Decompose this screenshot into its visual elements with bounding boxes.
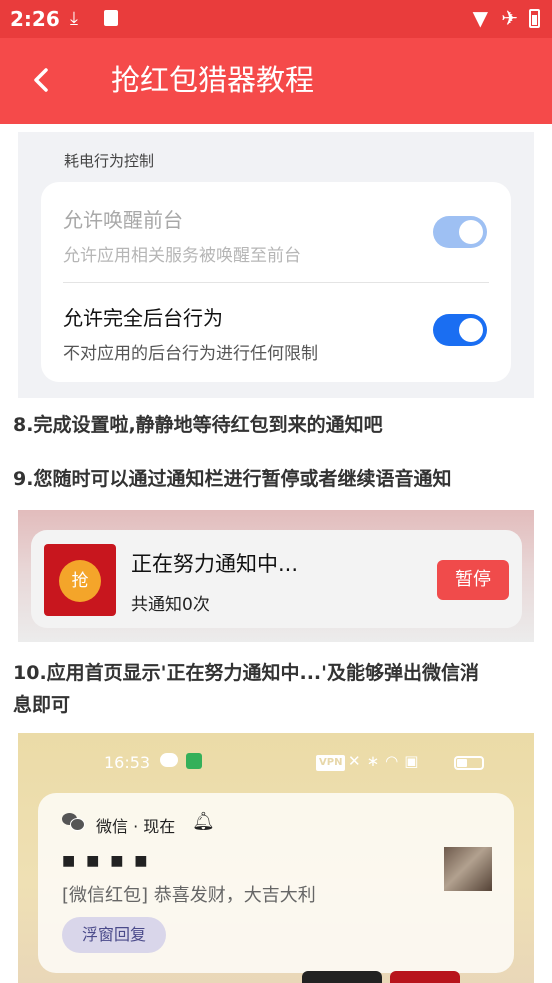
float-reply-button: 浮窗回复: [62, 917, 166, 953]
wechat-app-line: 微信 · 现在: [96, 817, 176, 836]
status-bar: 2:26 ⤓ ▼ ✈: [0, 0, 552, 38]
sender-name-masked: ■ ■ ■ ■: [62, 853, 151, 869]
bell-icon: 🔔︎: [192, 811, 215, 832]
section-label: 耗电行为控制: [64, 152, 155, 170]
back-icon[interactable]: [26, 60, 60, 100]
vpn-badge: VPN: [316, 755, 346, 771]
wechat-notification-card: 微信 · 现在 🔔︎ ■ ■ ■ ■ [微信红包] 恭喜发财，大吉大利 浮窗回复: [38, 793, 514, 973]
setting-row-full-background: 允许完全后台行为 不对应用的后台行为进行任何限制: [63, 302, 493, 364]
avatar: [444, 847, 492, 891]
step-10-text-line2: 息即可: [13, 694, 71, 716]
dock-item: [302, 971, 382, 983]
airplane-icon: ✈: [501, 6, 518, 30]
settings-card: 允许唤醒前台 允许应用相关服务被唤醒至前台 允许完全后台行为 不对应用的后台行为…: [41, 182, 511, 382]
download-icon: ⤓: [70, 8, 78, 29]
status-time: 2:26: [10, 7, 60, 31]
tutorial-content[interactable]: 耗电行为控制 允许唤醒前台 允许应用相关服务被唤醒至前台 允许完全后台行为 不对…: [0, 124, 552, 983]
app-bar: 抢红包猎器教程: [0, 38, 552, 124]
setting-title: 允许完全后台行为: [63, 306, 223, 330]
dock-item: [390, 971, 460, 983]
setting-row-wake-foreground: 允许唤醒前台 允许应用相关服务被唤醒至前台: [63, 204, 493, 266]
pause-button: 暂停: [437, 560, 509, 600]
notification-card: 抢 正在努力通知中... 共通知0次 暂停: [31, 530, 522, 628]
divider: [63, 282, 489, 283]
phone-status-time: 16:53: [104, 753, 151, 772]
notification-screenshot: 抢 正在努力通知中... 共通知0次 暂停: [18, 510, 534, 642]
status-icons: ✕∗◠▣: [348, 752, 425, 770]
setting-title: 允许唤醒前台: [63, 208, 183, 232]
step-9-text: 9.您随时可以通过通知栏进行暂停或者继续语音通知: [13, 468, 452, 490]
settings-screenshot: 耗电行为控制 允许唤醒前台 允许应用相关服务被唤醒至前台 允许完全后台行为 不对…: [18, 132, 534, 398]
battery-icon: [454, 756, 484, 770]
wechat-icon: [62, 813, 85, 831]
red-envelope-icon: 抢: [44, 544, 116, 616]
toggle-full-background: [433, 314, 487, 346]
wechat-screenshot: 16:53 VPN ✕∗◠▣ 微信 · 现在 🔔︎ ■ ■ ■ ■ [微信红包]…: [18, 733, 534, 983]
wifi-icon: ▼: [472, 6, 488, 30]
step-10-text-line1: 10.应用首页显示'正在努力通知中...'及能够弹出微信消: [13, 662, 479, 684]
page-title: 抢红包猎器教程: [111, 63, 315, 97]
chat-icon: [160, 753, 178, 767]
notification-title: 正在努力通知中...: [131, 552, 299, 576]
envelope-coin: 抢: [59, 560, 101, 602]
toggle-wake-foreground: [433, 216, 487, 248]
setting-subtitle: 允许应用相关服务被唤醒至前台: [63, 246, 301, 266]
shield-icon: [186, 753, 202, 769]
notification-subtitle: 共通知0次: [131, 595, 210, 615]
step-8-text: 8.完成设置啦,静静地等待红包到来的通知吧: [13, 414, 383, 436]
setting-subtitle: 不对应用的后台行为进行任何限制: [63, 344, 318, 364]
wechat-message: [微信红包] 恭喜发财，大吉大利: [62, 885, 316, 906]
battery-icon: [529, 9, 540, 28]
notification-icon: [104, 10, 118, 26]
